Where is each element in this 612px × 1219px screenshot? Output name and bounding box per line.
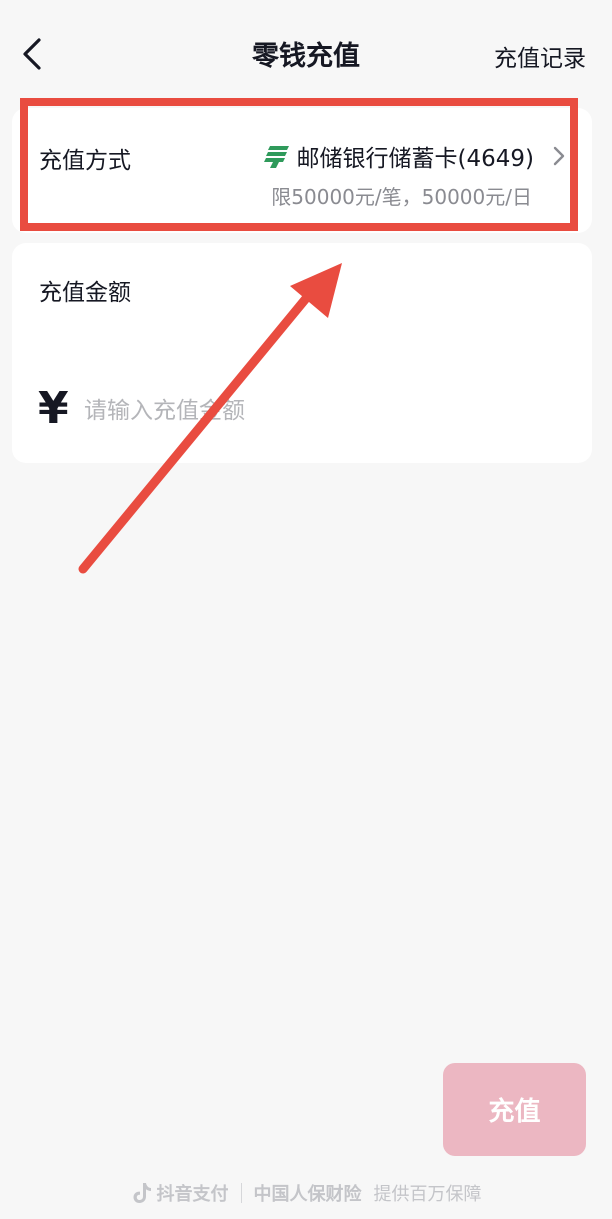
payment-method-row[interactable]: 充值方式 邮储银行储蓄卡(4649) 限50000元/笔，50000元/日	[12, 108, 592, 233]
insurer-name: 中国人保财险	[253, 1184, 362, 1205]
bank-name: 邮储银行储蓄卡(4649)	[296, 146, 534, 172]
amount-card: 充值金额 ¥	[12, 243, 592, 463]
footer: 抖音支付 中国人保财险 提供百万保障	[0, 1178, 612, 1208]
selected-bank[interactable]: 邮储银行储蓄卡(4649)	[263, 139, 566, 173]
amount-input[interactable]	[84, 393, 564, 429]
nav-bar: 零钱充值 充值记录	[0, 0, 612, 108]
currency-symbol: ¥	[38, 383, 69, 434]
pay-brand: 抖音支付	[156, 1184, 229, 1205]
recharge-button[interactable]: 充值	[443, 1063, 586, 1156]
recharge-records-link[interactable]: 充值记录	[494, 39, 586, 73]
bank-limit-text: 限50000元/笔，50000元/日	[271, 185, 532, 209]
amount-label: 充值金额	[39, 280, 131, 306]
guarantee-text: 提供百万保障	[373, 1184, 482, 1205]
chevron-right-icon	[553, 146, 565, 166]
footer-divider	[240, 1183, 242, 1203]
payment-method-label: 充值方式	[39, 148, 131, 174]
tiktok-logo-icon	[133, 1183, 151, 1203]
postal-bank-logo-icon	[263, 146, 289, 168]
